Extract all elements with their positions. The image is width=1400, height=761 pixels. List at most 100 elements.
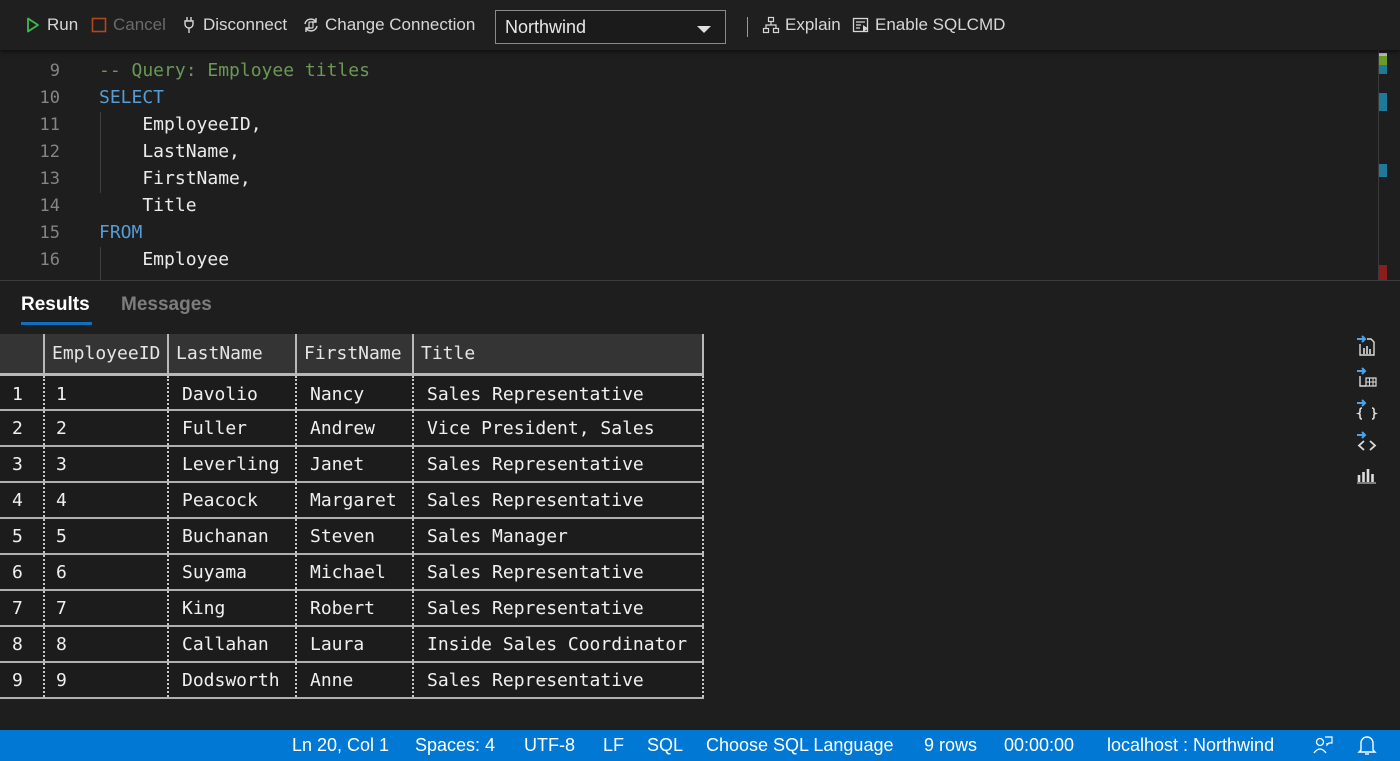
grid-cell-lastname[interactable]: Peacock: [167, 482, 296, 519]
language-mode[interactable]: SQL: [647, 735, 683, 756]
grid-cell-lastname[interactable]: Fuller: [167, 410, 296, 447]
grid-cell-firstname[interactable]: Michael: [295, 554, 413, 591]
line-number: 13: [39, 168, 60, 189]
save-as-excel-icon[interactable]: [1354, 365, 1380, 391]
column-header[interactable]: LastName: [167, 334, 296, 376]
grid-cell-employeeid[interactable]: 9: [43, 662, 168, 699]
grid-cell-employeeid[interactable]: 3: [43, 446, 168, 483]
grid-cell-firstname[interactable]: Nancy: [295, 374, 413, 411]
code-text: SELECT: [99, 87, 165, 108]
chart-icon[interactable]: [1354, 461, 1380, 487]
elapsed-time: 00:00:00: [1004, 735, 1075, 755]
grid-cell-employeeid[interactable]: 4: [43, 482, 168, 519]
table-row[interactable]: 2 2 Fuller Andrew Vice President, Sales: [0, 410, 704, 447]
save-as-xml-icon[interactable]: [1354, 429, 1380, 455]
grid-cell-employeeid[interactable]: 5: [43, 518, 168, 555]
grid-cell-firstname[interactable]: Janet: [295, 446, 413, 483]
save-as-json-icon[interactable]: [1354, 397, 1380, 423]
column-header[interactable]: Title: [412, 334, 704, 376]
grid-cell-employeeid[interactable]: 6: [43, 554, 168, 591]
play-icon: [24, 16, 42, 34]
database-dropdown[interactable]: Northwind: [495, 10, 726, 44]
feedback-icon[interactable]: [1312, 734, 1334, 761]
row-number[interactable]: 2: [0, 410, 44, 447]
grid-cell-employeeid[interactable]: 8: [43, 626, 168, 663]
grid-cell-lastname[interactable]: Suyama: [167, 554, 296, 591]
grid-cell-lastname[interactable]: Dodsworth: [167, 662, 296, 699]
grid-cell-title[interactable]: Inside Sales Coordinator: [412, 626, 704, 663]
grid-cell-title[interactable]: Sales Representative: [412, 374, 704, 411]
line-number: 9: [49, 60, 60, 81]
grid-cell-lastname[interactable]: Callahan: [167, 626, 296, 663]
enable-sqlcmd-button[interactable]: Enable SQLCMD: [852, 15, 1005, 35]
grid-cell-title[interactable]: Vice President, Sales: [412, 410, 704, 447]
table-row[interactable]: 1 1 Davolio Nancy Sales Representative: [0, 374, 704, 411]
encoding[interactable]: UTF-8: [524, 735, 575, 756]
grid-cell-employeeid[interactable]: 7: [43, 590, 168, 627]
line-number: 16: [39, 249, 60, 270]
line-number: 10: [39, 87, 60, 108]
table-row[interactable]: 3 3 Leverling Janet Sales Representative: [0, 446, 704, 483]
grid-header-row: EmployeeID LastName FirstName Title: [0, 334, 704, 376]
explain-label: Explain: [785, 15, 841, 34]
grid-cell-lastname[interactable]: Davolio: [167, 374, 296, 411]
grid-cell-title[interactable]: Sales Manager: [412, 518, 704, 555]
grid-cell-employeeid[interactable]: 2: [43, 410, 168, 447]
grid-cell-firstname[interactable]: Margaret: [295, 482, 413, 519]
row-number[interactable]: 6: [0, 554, 44, 591]
tab-results[interactable]: Results: [21, 294, 90, 316]
column-header[interactable]: FirstName: [295, 334, 413, 376]
row-number[interactable]: 9: [0, 662, 44, 699]
grid-cell-firstname[interactable]: Steven: [295, 518, 413, 555]
indentation[interactable]: Spaces: 4: [415, 735, 495, 756]
grid-cell-title[interactable]: Sales Representative: [412, 590, 704, 627]
row-number[interactable]: 8: [0, 626, 44, 663]
row-number-header: [0, 334, 44, 376]
row-number[interactable]: 1: [0, 374, 44, 411]
grid-cell-title[interactable]: Sales Representative: [412, 446, 704, 483]
grid-cell-title[interactable]: Sales Representative: [412, 482, 704, 519]
run-button[interactable]: Run: [24, 15, 78, 35]
grid-cell-firstname[interactable]: Robert: [295, 590, 413, 627]
change-connection-button[interactable]: Change Connection: [302, 15, 475, 35]
explain-button[interactable]: Explain: [762, 15, 841, 35]
cursor-position[interactable]: Ln 20, Col 1: [292, 735, 389, 756]
choose-sql-language[interactable]: Choose SQL Language: [706, 735, 893, 756]
table-row[interactable]: 9 9 Dodsworth Anne Sales Representative: [0, 662, 704, 699]
grid-cell-firstname[interactable]: Anne: [295, 662, 413, 699]
notifications-bell-icon[interactable]: [1357, 734, 1377, 761]
row-number[interactable]: 3: [0, 446, 44, 483]
table-row[interactable]: 7 7 King Robert Sales Representative: [0, 590, 704, 627]
grid-cell-lastname[interactable]: Buchanan: [167, 518, 296, 555]
grid-cell-lastname[interactable]: King: [167, 590, 296, 627]
line-number: 14: [39, 195, 60, 216]
row-number[interactable]: 7: [0, 590, 44, 627]
grid-cell-lastname[interactable]: Leverling: [167, 446, 296, 483]
table-row[interactable]: 6 6 Suyama Michael Sales Representative: [0, 554, 704, 591]
table-row[interactable]: 4 4 Peacock Margaret Sales Representative: [0, 482, 704, 519]
ruler-marker-red: [1379, 265, 1387, 280]
connection-status[interactable]: localhost : Northwind: [1107, 735, 1274, 756]
ruler-marker-green: [1379, 56, 1387, 65]
save-as-csv-icon[interactable]: [1354, 333, 1380, 359]
column-header[interactable]: EmployeeID: [43, 334, 168, 376]
grid-cell-firstname[interactable]: Andrew: [295, 410, 413, 447]
table-row[interactable]: 5 5 Buchanan Steven Sales Manager: [0, 518, 704, 555]
grid-cell-title[interactable]: Sales Representative: [412, 554, 704, 591]
sql-editor[interactable]: 9 -- Query: Employee titles 10 SELECT 11…: [0, 50, 1378, 280]
grid-cell-title[interactable]: Sales Representative: [412, 662, 704, 699]
tab-messages[interactable]: Messages: [121, 294, 212, 316]
query-toolbar: Run Cancel Disconnect Change Connection …: [0, 0, 1400, 50]
grid-cell-firstname[interactable]: Laura: [295, 626, 413, 663]
row-number[interactable]: 4: [0, 482, 44, 519]
change-connection-label: Change Connection: [325, 15, 476, 34]
grid-cell-employeeid[interactable]: 1: [43, 374, 168, 411]
row-count: 9 rows: [924, 735, 978, 755]
change-connection-icon: [302, 16, 320, 34]
table-row[interactable]: 8 8 Callahan Laura Inside Sales Coordinator: [0, 626, 704, 663]
cancel-button[interactable]: Cancel: [90, 15, 166, 35]
disconnect-button[interactable]: Disconnect: [180, 15, 287, 35]
row-number[interactable]: 5: [0, 518, 44, 555]
end-of-line[interactable]: LF: [603, 735, 624, 756]
plug-disconnect-icon: [180, 16, 198, 34]
